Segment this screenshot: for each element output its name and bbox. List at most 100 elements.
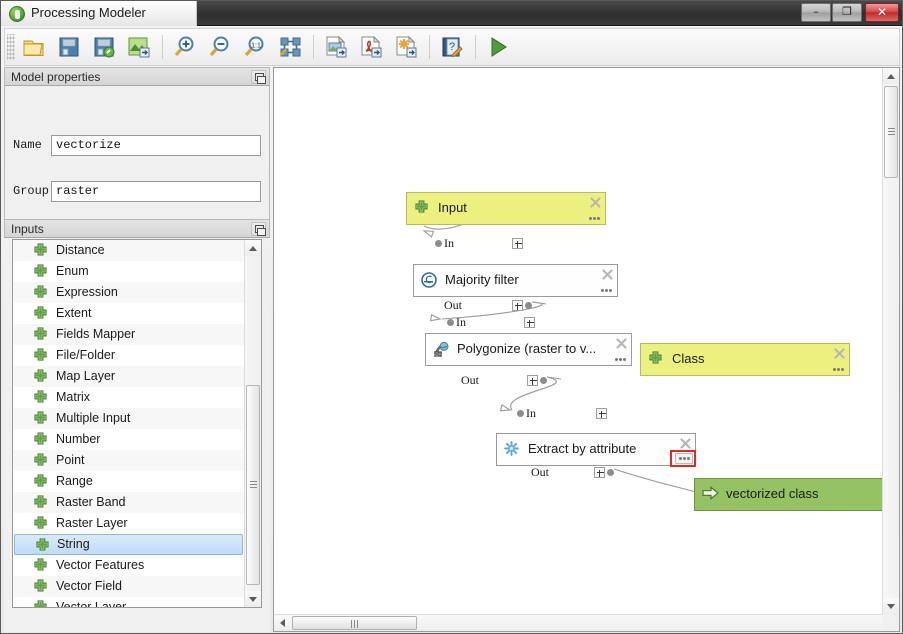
extract-in-port-dot[interactable] [517, 410, 524, 417]
model-group-label: Group [13, 184, 50, 198]
canvas-scroll-left-button[interactable] [274, 615, 290, 631]
list-item[interactable]: Vector Features [13, 555, 244, 576]
canvas-vertical-scrollbar[interactable] [882, 68, 899, 614]
model-canvas[interactable]: Input Majority filter GDAL Polygonize (r… [274, 68, 882, 614]
canvas-node-vectorized-class[interactable]: vectorized class [694, 478, 882, 511]
polygonize-out-port-dot[interactable] [540, 377, 547, 384]
node-label: vectorized class [726, 486, 819, 501]
list-item-label: Vector Layer [56, 600, 127, 607]
maximize-icon: ❐ [842, 5, 852, 18]
list-item[interactable]: File/Folder [13, 345, 244, 366]
node-label: Class [672, 351, 705, 366]
save-model-button[interactable] [54, 32, 85, 63]
ellipsis-icon[interactable] [599, 286, 614, 294]
list-item[interactable]: Vector Field [13, 576, 244, 597]
list-item[interactable]: Raster Layer [13, 513, 244, 534]
run-model-button[interactable] [483, 32, 514, 63]
close-button[interactable]: ✕ [865, 3, 899, 22]
list-item[interactable]: Range [13, 471, 244, 492]
close-x-icon[interactable] [680, 436, 691, 449]
model-name-label: Name [13, 138, 42, 152]
green-plus-icon [33, 285, 48, 303]
majority-filter-out-port-expand-button[interactable] [512, 300, 523, 311]
ellipsis-icon[interactable] [613, 355, 628, 363]
zoom-actual-button[interactable]: 1:1 [240, 32, 271, 63]
extract-out-port-dot[interactable] [607, 469, 614, 476]
open-model-button[interactable] [19, 32, 50, 63]
list-item[interactable]: Raster Band [13, 492, 244, 513]
polygonize-in-port-expand-button[interactable] [524, 317, 535, 328]
majority-filter-out-port-dot[interactable] [525, 302, 532, 309]
inputs-scroll-down-button[interactable] [245, 591, 261, 607]
polygonize-in-port-dot[interactable] [447, 319, 454, 326]
canvas-node-polygonize[interactable]: GDAL Polygonize (raster to v... [425, 333, 632, 366]
model-group-input[interactable] [51, 180, 261, 202]
inputs-panel: Inputs Distance Enum Expression Extent F… [4, 219, 270, 632]
list-item[interactable]: Map Layer [13, 366, 244, 387]
canvas-horizontal-scrollbar[interactable] [274, 614, 882, 631]
list-item-label: Point [56, 453, 85, 467]
undock-icon[interactable] [251, 70, 266, 84]
canvas-node-class[interactable]: Class [640, 343, 850, 376]
canvas-node-majority-filter[interactable]: Majority filter [413, 264, 618, 297]
ellipsis-icon[interactable] [587, 214, 602, 222]
zoom-full-button[interactable] [275, 32, 306, 63]
polygonize-out-port-label: Out [461, 373, 479, 387]
connector-arrowhead [430, 313, 442, 322]
inputs-scroll-thumb[interactable] [246, 385, 260, 585]
undock-icon[interactable] [251, 222, 266, 236]
list-item[interactable]: Multiple Input [13, 408, 244, 429]
svg-text:1:1: 1:1 [251, 42, 261, 49]
polygonize-out-port-expand-button[interactable] [527, 375, 538, 386]
ellipsis-icon[interactable] [831, 365, 846, 373]
minimize-button[interactable]: – [801, 3, 831, 22]
list-item[interactable]: Distance [13, 240, 244, 261]
export-svg-button[interactable] [391, 32, 422, 63]
node-label: Majority filter [445, 272, 519, 287]
zoom-out-button[interactable] [205, 32, 236, 63]
model-name-input[interactable] [51, 134, 261, 156]
canvas-node-extract-by-attribute[interactable]: Extract by attribute [496, 433, 696, 466]
export-pdf-button[interactable] [356, 32, 387, 63]
green-plus-icon [33, 558, 48, 576]
extract-out-port-expand-button[interactable] [594, 467, 605, 478]
maximize-button[interactable]: ❐ [832, 3, 862, 22]
canvas-scroll-thumb[interactable] [884, 86, 898, 178]
list-item[interactable]: Point [13, 450, 244, 471]
ellipsis-icon[interactable] [675, 453, 693, 464]
close-x-icon[interactable] [602, 267, 613, 280]
export-image-button[interactable] [321, 32, 352, 63]
close-x-icon[interactable] [616, 336, 627, 349]
edit-help-button[interactable]: ? [437, 32, 468, 63]
canvas-scroll-down-button[interactable] [883, 598, 899, 614]
list-item[interactable]: Number [13, 429, 244, 450]
list-item[interactable]: Extent [13, 303, 244, 324]
inputs-vertical-scrollbar[interactable] [244, 240, 261, 607]
main-toolbar: 1:1 ? [4, 28, 900, 66]
toolbar-grip[interactable] [7, 34, 15, 60]
list-item[interactable]: Expression [13, 282, 244, 303]
canvas-node-input[interactable]: Input [406, 192, 606, 225]
green-plus-icon [33, 432, 48, 450]
close-x-icon[interactable] [590, 195, 601, 208]
save-model-as-button[interactable] [89, 32, 120, 63]
list-item-selected[interactable]: String [14, 534, 243, 555]
floppy-save-icon [59, 37, 79, 56]
connector-arrowhead [422, 230, 435, 238]
majority-filter-in-port-expand-button[interactable] [512, 238, 523, 249]
zoom-in-button[interactable] [170, 32, 201, 63]
inputs-scroll-up-button[interactable] [245, 240, 261, 256]
canvas-scroll-up-button[interactable] [883, 68, 899, 84]
list-item[interactable]: Matrix [13, 387, 244, 408]
majority-filter-in-port-dot[interactable] [435, 240, 442, 247]
list-item[interactable]: Vector Layer [13, 597, 244, 607]
canvas-hscroll-thumb[interactable] [292, 616, 417, 630]
extract-in-port-expand-button[interactable] [596, 408, 607, 419]
close-x-icon[interactable] [834, 346, 845, 359]
list-item[interactable]: Enum [13, 261, 244, 282]
list-item[interactable]: Fields Mapper [13, 324, 244, 345]
inputs-header: Inputs [4, 219, 270, 238]
list-item-label: Raster Layer [56, 516, 128, 530]
export-model-button[interactable] [124, 32, 155, 63]
list-item-label: Extent [56, 306, 92, 320]
